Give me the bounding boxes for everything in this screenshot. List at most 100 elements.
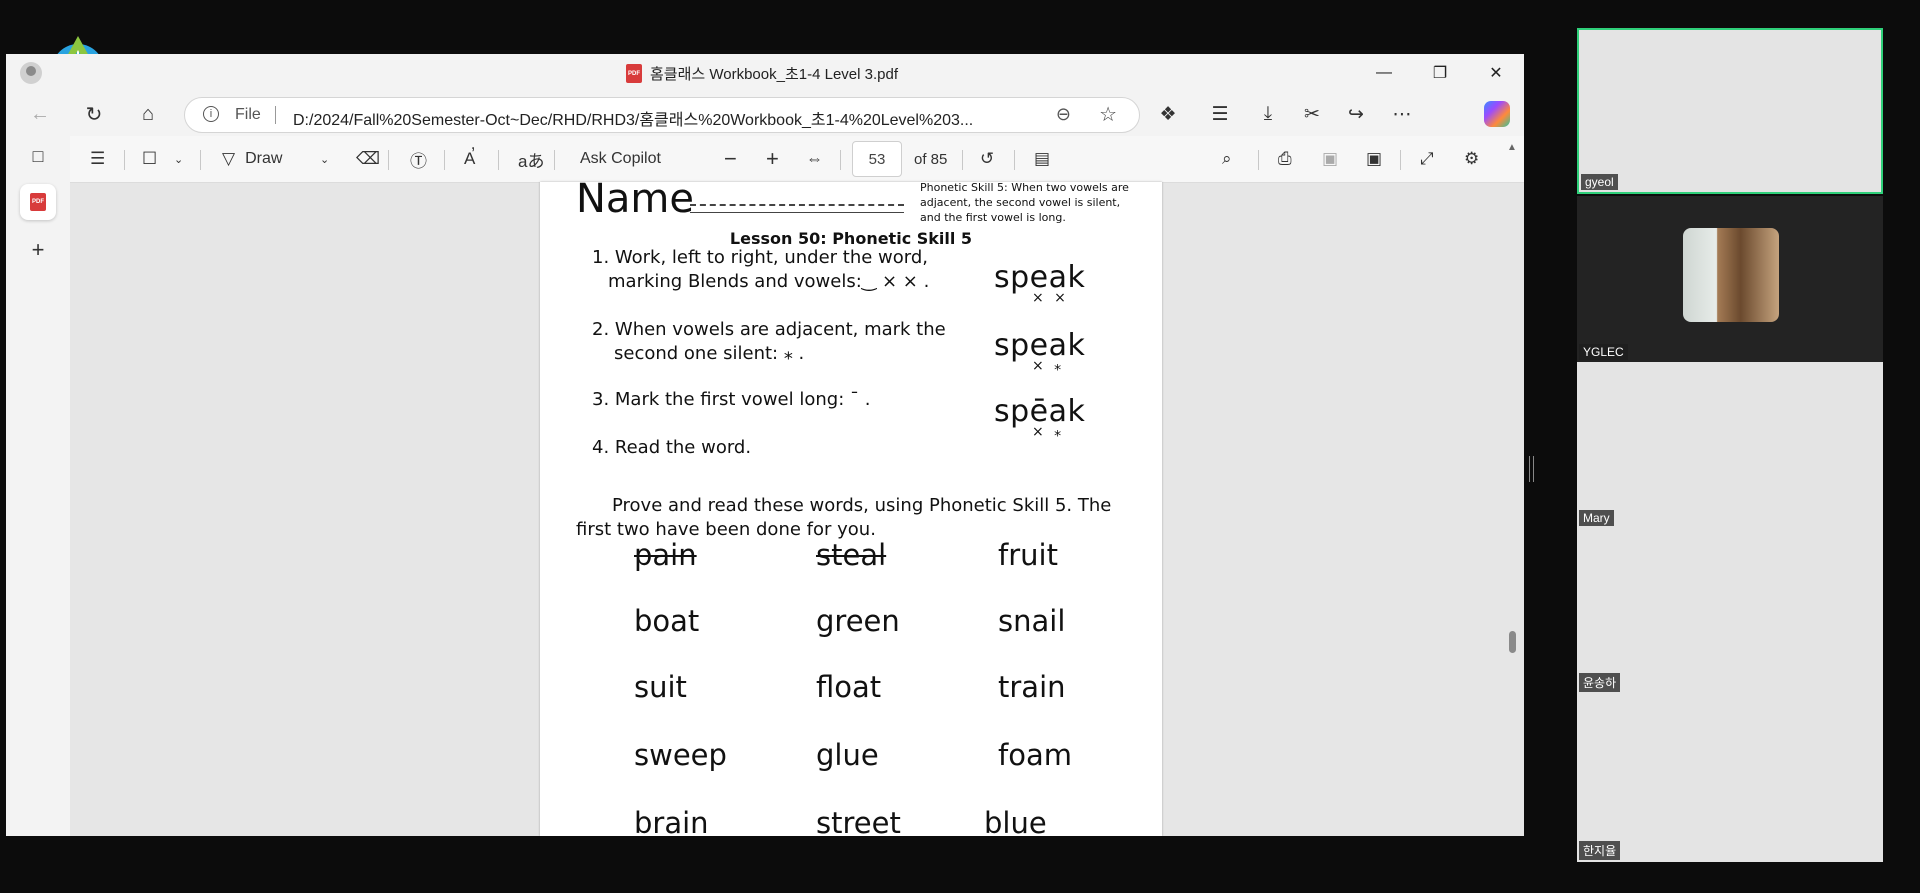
sidebar-toggle-icon[interactable]: □ [20, 138, 56, 174]
add-text-icon[interactable]: Ⓣ [410, 147, 427, 171]
example-word-2: speak × ⁎ [994, 328, 1086, 374]
participant-tile[interactable]: 윤송하 [1577, 528, 1883, 694]
zoom-out-icon[interactable]: ⊖ [1056, 104, 1071, 125]
word-cell: brain [634, 806, 709, 836]
close-button[interactable]: ✕ [1468, 54, 1524, 92]
window-title: PDF 홈클래스 Workbook_초1-4 Level 3.pdf [626, 63, 898, 84]
word-cell: glue [816, 738, 879, 772]
word-cell: street [816, 806, 901, 836]
address-bar[interactable]: i File D:/2024/Fall%20Semester-Oct~Dec/R… [184, 97, 1140, 133]
add-sidebar-icon[interactable]: + [20, 232, 56, 268]
restore-button[interactable]: ❐ [1412, 54, 1468, 92]
word-cell: train [998, 670, 1066, 704]
rotate-icon[interactable]: ↺ [980, 147, 994, 171]
highlight-icon[interactable]: ☐ [142, 147, 157, 171]
participant-tile[interactable]: Mary [1577, 362, 1883, 528]
minimize-button[interactable]: — [1356, 54, 1412, 92]
scroll-up-icon[interactable]: ▲ [1507, 142, 1517, 153]
refresh-icon[interactable]: ↻ [80, 100, 108, 128]
screenshot-icon[interactable]: ✂ [1298, 100, 1326, 128]
example-word-1: speak × × [994, 260, 1086, 306]
address-divider [275, 106, 276, 124]
scroll-thumb[interactable] [1509, 631, 1516, 653]
back-arrow-icon[interactable]: ← [26, 100, 54, 128]
participant-tile[interactable]: 한지율 [1577, 694, 1883, 862]
downloads-icon[interactable]: ⤓ [1254, 100, 1282, 128]
save-icon[interactable]: ▣ [1322, 147, 1338, 171]
page-number-input[interactable]: 53 [852, 141, 902, 177]
word-cell: fruit [998, 538, 1058, 572]
word-cell: sweep [634, 738, 727, 772]
favorite-star-icon[interactable]: ☆ [1099, 102, 1117, 127]
search-icon[interactable]: ⌕ [1222, 147, 1232, 171]
word-cell: snail [998, 604, 1066, 638]
word-cell: foam [998, 738, 1072, 772]
participant-name: 윤송하 [1579, 673, 1621, 692]
copilot-icon[interactable] [1484, 101, 1510, 127]
participant-name: 한지율 [1579, 841, 1621, 860]
fit-width-icon[interactable]: ⇔ [806, 147, 823, 171]
draw-icon: ▽ [222, 149, 236, 168]
ask-copilot-button[interactable]: Ask Copilot [580, 147, 661, 171]
navigation-bar: ← ↻ ⌂ i File D:/2024/Fall%20Semester-Oct… [6, 92, 1524, 136]
step-2: 2. When vowels are adjacent, mark the se… [592, 319, 946, 364]
pdf-page: Name Phonetic Skill 5: When two vowels a… [540, 182, 1162, 836]
participant-name: gyeol [1581, 174, 1618, 190]
word-cell: blue [984, 806, 1047, 836]
fullscreen-icon[interactable]: ⤢ [1420, 147, 1434, 171]
phonetic-skill-note: Phonetic Skill 5: When two vowels are ad… [920, 182, 1129, 224]
participant-tile[interactable]: gyeol [1577, 28, 1883, 194]
contents-icon[interactable]: ☰ [90, 147, 105, 171]
home-icon[interactable]: ⌂ [134, 100, 162, 128]
browser-window: PDF 홈클래스 Workbook_초1-4 Level 3.pdf — ❐ ✕… [6, 54, 1524, 836]
participant-avatar [1683, 228, 1779, 322]
word-cell: suit [634, 670, 687, 704]
page-total: of 85 [914, 150, 948, 168]
example-marks-2: × ⁎ [1032, 358, 1065, 374]
draw-button[interactable]: ▽ Draw [222, 147, 282, 171]
instructions-paragraph: Prove and read these words, using Phonet… [576, 495, 1112, 540]
example-marks-1: × × [1032, 290, 1069, 306]
pdf-file-icon: PDF [626, 64, 642, 83]
window-title-text: 홈클래스 Workbook_초1-4 Level 3.pdf [650, 66, 898, 83]
print-icon[interactable]: ⎙ [1278, 147, 1292, 171]
address-scheme-label: File [235, 106, 261, 123]
word-cell: pain [634, 538, 697, 572]
translate-icon[interactable]: aあ [518, 147, 544, 171]
step-1: 1. Work, left to right, under the word, … [592, 247, 930, 292]
panel-resize-handle[interactable] [1529, 456, 1534, 482]
profile-icon[interactable] [20, 62, 42, 84]
settings-gear-icon[interactable]: ⚙ [1464, 147, 1479, 171]
step-4: 4. Read the word. [592, 437, 752, 458]
read-aloud-icon[interactable]: A̕ [464, 147, 475, 171]
zoom-out-button[interactable]: − [724, 146, 737, 171]
word-cell: steal [816, 538, 887, 572]
worksheet-name-label: Name [576, 182, 695, 222]
left-sidebar: □ PDF + [6, 136, 70, 836]
example-marks-3: × ⁎ [1032, 424, 1065, 440]
save-as-icon[interactable]: ▣ [1366, 147, 1382, 171]
share-icon[interactable]: ↪ [1342, 100, 1370, 128]
extensions-icon[interactable]: ❖ [1154, 100, 1182, 128]
vertical-scrollbar[interactable]: ▲ [1506, 136, 1518, 836]
eraser-icon[interactable]: ⌫ [356, 147, 380, 171]
more-options-icon[interactable]: ⋯ [1388, 100, 1416, 128]
example-word-3: spēak × ⁎ [994, 394, 1086, 440]
name-dashed-line [690, 204, 904, 206]
address-url[interactable]: D:/2024/Fall%20Semester-Oct~Dec/RHD/RHD3… [293, 106, 1013, 130]
sidebar-pdf-tab[interactable]: PDF [20, 184, 56, 220]
draw-label: Draw [245, 150, 283, 167]
participant-tile[interactable]: YGLEC [1577, 196, 1883, 362]
favorites-icon[interactable]: ☰ [1206, 100, 1234, 128]
zoom-in-button[interactable]: + [766, 146, 779, 171]
highlight-dropdown-icon[interactable]: ⌄ [174, 147, 183, 171]
participant-name: Mary [1579, 510, 1614, 526]
pdf-viewer: ☰ ☐ ⌄ ▽ Draw ⌄ ⌫ Ⓣ A̕ aあ Ask Copilot − +… [70, 136, 1524, 836]
info-icon[interactable]: i [203, 106, 219, 122]
word-cell: boat [634, 604, 700, 638]
draw-dropdown-icon[interactable]: ⌄ [320, 147, 329, 171]
page-view-icon[interactable]: ▤ [1034, 147, 1050, 171]
name-solid-line [690, 212, 904, 213]
word-cell: green [816, 604, 900, 638]
word-cell: float [816, 670, 882, 704]
